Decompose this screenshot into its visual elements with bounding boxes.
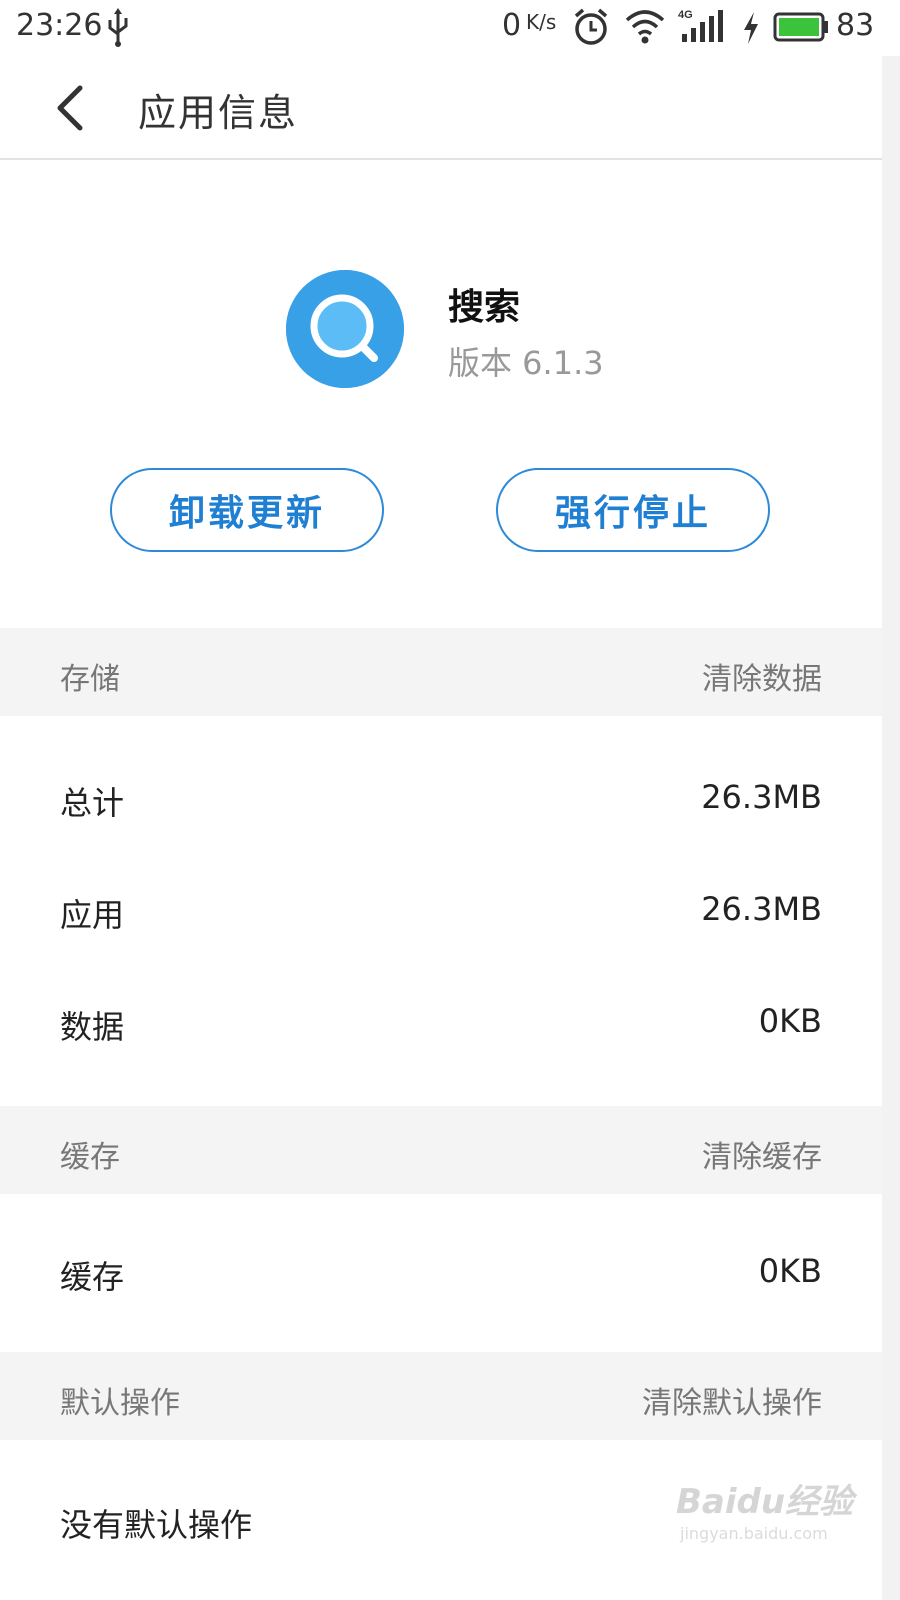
search-icon xyxy=(286,270,404,388)
battery-level: 83 xyxy=(836,8,875,43)
edge-shadow xyxy=(882,0,900,1600)
net-speed-unit: K/s xyxy=(526,10,557,34)
defaults-section-header: 默认操作 清除默认操作 xyxy=(0,1352,882,1440)
usb-icon xyxy=(108,8,128,47)
row-value: 0KB xyxy=(758,1002,822,1040)
clear-cache-button[interactable]: 清除缓存 xyxy=(702,1132,822,1176)
row-label: 没有默认操作 xyxy=(60,1506,253,1544)
watermark-logo: Baidu经验 xyxy=(676,1482,854,1522)
cache-row: 缓存 0KB xyxy=(0,1224,882,1324)
row-label: 缓存 xyxy=(60,1258,125,1296)
net-speed: 0 xyxy=(502,8,522,43)
app-icon xyxy=(286,270,404,388)
clear-data-button[interactable]: 清除数据 xyxy=(702,654,822,698)
storage-row-total: 总计 26.3MB xyxy=(0,750,882,850)
charging-icon xyxy=(744,12,758,44)
cache-section-title: 缓存 xyxy=(60,1140,120,1175)
clear-defaults-button[interactable]: 清除默认操作 xyxy=(642,1378,822,1422)
defaults-section-title: 默认操作 xyxy=(60,1386,180,1421)
header: 应用信息 xyxy=(0,56,882,160)
row-value: 0KB xyxy=(758,1252,822,1290)
force-stop-button[interactable]: 强行停止 xyxy=(496,468,770,552)
watermark: Baidu经验 jingyan.baidu.com xyxy=(676,1474,876,1554)
alarm-icon xyxy=(574,8,608,45)
network-type-label: 4G xyxy=(678,9,693,21)
storage-section-title: 存储 xyxy=(60,662,120,697)
battery-icon xyxy=(773,12,828,42)
storage-row-data: 数据 0KB xyxy=(0,974,882,1074)
storage-section-header: 存储 清除数据 xyxy=(0,628,882,716)
row-label: 总计 xyxy=(60,784,125,822)
app-version: 版本 6.1.3 xyxy=(448,344,604,382)
cache-section-header: 缓存 清除缓存 xyxy=(0,1106,882,1194)
signal-icon: 4G xyxy=(678,9,723,42)
row-value: 26.3MB xyxy=(701,890,822,928)
status-bar: 23:26 0 K/s 4G 83 xyxy=(0,0,900,56)
row-value: 26.3MB xyxy=(701,778,822,816)
row-label: 数据 xyxy=(60,1008,125,1046)
row-label: 应用 xyxy=(60,896,125,934)
watermark-site: jingyan.baidu.com xyxy=(680,1524,828,1543)
page-title: 应用信息 xyxy=(138,91,299,135)
storage-row-app: 应用 26.3MB xyxy=(0,862,882,962)
app-info-screen: 23:26 0 K/s 4G 83 应用信息 搜索 版本 6.1.3 卸载更新 … xyxy=(0,0,900,1600)
back-button[interactable] xyxy=(46,78,102,138)
app-name: 搜索 xyxy=(448,287,521,328)
chevron-left-icon xyxy=(57,85,83,131)
status-time: 23:26 xyxy=(16,8,103,43)
uninstall-updates-button[interactable]: 卸载更新 xyxy=(110,468,384,552)
wifi-icon xyxy=(625,10,665,44)
